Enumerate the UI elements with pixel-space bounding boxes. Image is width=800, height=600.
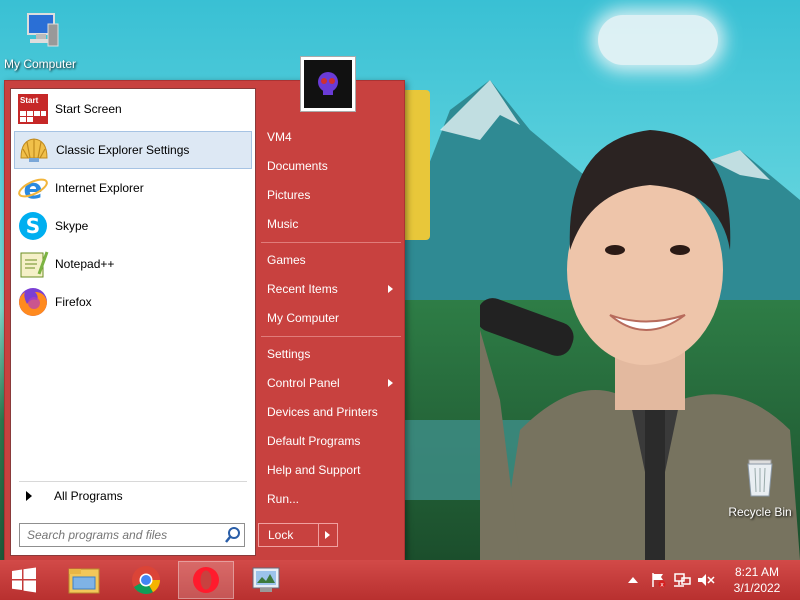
program-label: Notepad++ (55, 257, 115, 271)
start-right-recent-items[interactable]: Recent Items (265, 277, 401, 301)
start-windows-icon (12, 567, 36, 593)
start-right-devices-and-printers[interactable]: Devices and Printers (265, 400, 401, 424)
start-right-control-panel[interactable]: Control Panel (265, 371, 401, 395)
program-label: Firefox (55, 295, 92, 309)
svg-text:S: S (26, 214, 40, 238)
program-label: Start Screen (55, 102, 122, 116)
start-right-help-and-support[interactable]: Help and Support (265, 458, 401, 482)
start-screen-badge: Start (20, 96, 39, 105)
start-right-settings[interactable]: Settings (265, 342, 401, 366)
control-panel-icon (252, 567, 280, 592)
program-firefox[interactable]: Firefox (14, 284, 252, 320)
program-internet-explorer[interactable]: e Internet Explorer (14, 170, 252, 206)
program-label: Skype (55, 219, 89, 233)
start-right-my-computer[interactable]: My Computer (265, 306, 401, 330)
right-item-label: Default Programs (267, 434, 361, 448)
tray-volume[interactable] (696, 560, 716, 600)
start-right-documents[interactable]: Documents (265, 154, 401, 178)
chrome-icon (132, 566, 160, 594)
right-item-label: Games (267, 253, 306, 267)
submenu-arrow-icon (388, 379, 393, 387)
right-item-label: Documents (267, 159, 328, 173)
start-right-default-programs[interactable]: Default Programs (265, 429, 401, 453)
search-icon[interactable] (224, 526, 242, 544)
taskbar-chrome[interactable] (118, 561, 174, 599)
tray-network[interactable] (672, 560, 692, 600)
desktop-icon-recycle-bin[interactable]: Recycle Bin (720, 456, 800, 519)
desktop-icon-my-computer[interactable]: My Computer (0, 8, 80, 71)
volume-muted-icon (698, 574, 715, 586)
show-hidden-icons[interactable] (626, 560, 640, 600)
start-right-pictures[interactable]: Pictures (265, 183, 401, 207)
submenu-arrow-icon (388, 285, 393, 293)
program-skype[interactable]: S Skype (14, 208, 252, 244)
start-menu: Start Screen Start Classic Explorer Sett… (4, 80, 405, 561)
desktop-icon-label: My Computer (3, 57, 77, 71)
search-input[interactable] (25, 527, 224, 543)
right-item-label: Control Panel (267, 376, 340, 390)
avatar-image (304, 60, 352, 108)
notepadpp-icon (20, 251, 49, 278)
taskbar-file-explorer[interactable] (56, 561, 112, 599)
search-box[interactable] (19, 523, 245, 547)
right-item-label: Recent Items (267, 282, 338, 296)
split-divider (318, 524, 319, 546)
expand-arrow-icon (26, 491, 32, 501)
separator (261, 336, 401, 337)
program-classic-explorer-settings[interactable]: Classic Explorer Settings (14, 131, 252, 169)
svg-text:x: x (660, 582, 664, 589)
skype-icon: S (19, 212, 47, 240)
action-center-flag-icon: x (652, 573, 666, 589)
right-item-label: Help and Support (267, 463, 361, 477)
separator (261, 242, 401, 243)
internet-explorer-icon: e (18, 172, 48, 204)
right-item-label: Music (267, 217, 299, 231)
right-item-label: Run... (267, 492, 300, 506)
start-right-games[interactable]: Games (265, 248, 401, 272)
right-item-label: My Computer (267, 311, 340, 325)
wallpaper-cloud (598, 15, 718, 65)
start-button[interactable] (0, 561, 48, 599)
all-programs-label: All Programs (54, 489, 123, 503)
start-right-run[interactable]: Run... (265, 487, 401, 511)
clock-time: 8:21 AM (734, 565, 780, 579)
start-right-music[interactable]: Music (265, 212, 401, 236)
svg-text:e: e (24, 172, 43, 204)
computer-icon (27, 13, 59, 47)
right-item-label: Devices and Printers (267, 405, 378, 419)
right-item-label: VM4 (267, 130, 292, 144)
lock-options-arrow-icon[interactable] (325, 531, 330, 539)
right-item-label: Pictures (267, 188, 311, 202)
shell-icon (20, 138, 48, 162)
program-label: Classic Explorer Settings (56, 143, 190, 157)
chevron-up-icon (628, 577, 638, 583)
desktop-icon-label: Recycle Bin (728, 505, 792, 519)
lock-button[interactable]: Lock (258, 523, 338, 547)
right-item-label: Settings (267, 347, 311, 361)
file-explorer-icon (68, 568, 100, 594)
skull-avatar-icon (318, 72, 338, 95)
opera-icon (193, 567, 219, 593)
start-right-vm4[interactable]: VM4 (265, 125, 401, 149)
recycle-bin-icon (747, 459, 773, 497)
network-icon (674, 573, 691, 587)
user-avatar[interactable] (300, 56, 356, 112)
program-label: Internet Explorer (55, 181, 144, 195)
clock-date: 3/1/2022 (733, 581, 781, 595)
lock-label: Lock (268, 528, 294, 542)
separator (19, 481, 247, 482)
start-menu-programs-pane: Start Screen Start Classic Explorer Sett… (10, 88, 256, 556)
program-notepadpp[interactable]: Notepad++ (14, 246, 252, 282)
taskbar-control-panel[interactable] (238, 561, 294, 599)
firefox-icon (19, 288, 47, 316)
tray-action-center[interactable]: x (648, 560, 668, 600)
program-start-screen[interactable]: Start Screen (14, 91, 252, 127)
taskbar-clock[interactable]: 8:21 AM 3/1/2022 (724, 564, 790, 596)
taskbar-opera[interactable] (178, 561, 234, 599)
all-programs-button[interactable]: All Programs (14, 485, 252, 507)
taskbar: x 8:21 AM 3/1/2022 (0, 560, 800, 600)
